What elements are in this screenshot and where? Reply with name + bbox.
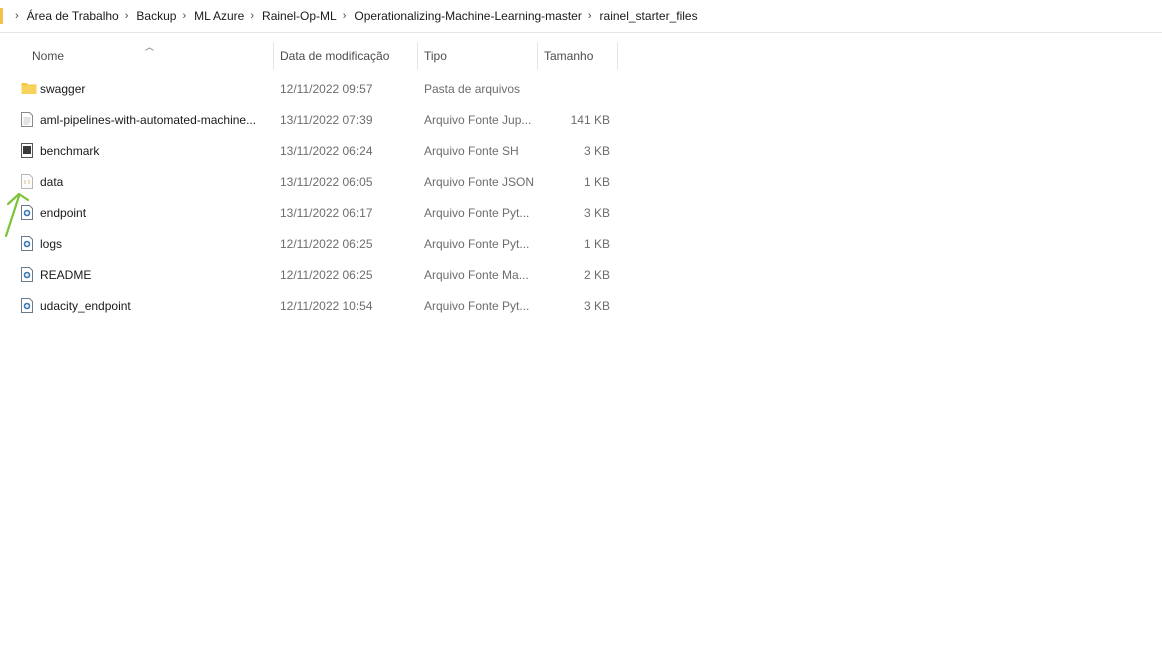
- breadcrumb-item[interactable]: Operationalizing-Machine-Learning-master: [354, 9, 581, 23]
- file-name: benchmark: [40, 143, 100, 158]
- column-header-size[interactable]: Tamanho: [544, 42, 593, 70]
- chevron-right-icon[interactable]: ›: [125, 10, 129, 22]
- column-divider[interactable]: [537, 42, 538, 70]
- file-row[interactable]: README 12/11/2022 06:25 Arquivo Fonte Ma..…: [0, 259, 620, 290]
- file-name: logs: [40, 236, 63, 251]
- column-divider[interactable]: [273, 42, 274, 70]
- file-size: 3 KB: [583, 205, 610, 220]
- file-type: Pasta de arquivos: [424, 81, 521, 96]
- breadcrumb-item[interactable]: Área de Trabalho: [27, 9, 119, 23]
- file-name: data: [40, 174, 64, 189]
- column-label-size: Tamanho: [544, 49, 594, 63]
- column-header-date[interactable]: Data de modificação: [280, 42, 389, 70]
- file-date: 13/11/2022 06:17: [280, 205, 373, 220]
- file-row[interactable]: endpoint 13/11/2022 06:17 Arquivo Fonte Py…: [0, 197, 620, 228]
- file-row[interactable]: udacity_endpoint 12/11/2022 10:54 Arquivo …: [0, 290, 620, 321]
- file-row[interactable]: benchmark 13/11/2022 06:24 Arquivo Fonte S…: [0, 135, 620, 166]
- file-date: 12/11/2022 06:25: [280, 267, 373, 282]
- file-name: aml-pipelines-with-automated-machine...: [40, 112, 257, 127]
- column-header-type[interactable]: Tipo: [424, 42, 447, 70]
- column-divider[interactable]: [617, 42, 618, 70]
- column-label-type: Tipo: [424, 49, 447, 63]
- file-size: 3 KB: [583, 143, 610, 158]
- file-row[interactable]: aml-pipelines-with-automated-machine... 1…: [0, 104, 620, 135]
- breadcrumb-item[interactable]: rainel_starter_files: [600, 9, 698, 23]
- chevron-right-icon[interactable]: ›: [250, 10, 254, 22]
- file-row[interactable]: logs 12/11/2022 06:25 Arquivo Fonte Pyt...…: [0, 228, 620, 259]
- file-list: swagger 12/11/2022 09:57 Pasta de arquivos…: [0, 73, 620, 321]
- file-size: [530, 73, 610, 104]
- chevron-right-icon[interactable]: ›: [343, 10, 347, 22]
- file-name: README: [40, 267, 92, 282]
- breadcrumb: › Área de Trabalho › Backup › ML Azure › Rainel…: [0, 0, 1162, 33]
- chevron-right-icon[interactable]: ›: [588, 10, 592, 22]
- file-type: Arquivo Fonte Pyt...: [424, 205, 530, 220]
- file-date: 13/11/2022 07:39: [280, 112, 373, 127]
- file-date: 12/11/2022 10:54: [280, 298, 373, 313]
- file-size: 141 KB: [570, 112, 610, 127]
- file-size: 2 KB: [583, 267, 610, 282]
- breadcrumb-item[interactable]: Backup: [136, 9, 176, 23]
- file-type: Arquivo Fonte Pyt...: [424, 298, 530, 313]
- file-size: 1 KB: [583, 236, 610, 251]
- column-divider[interactable]: [417, 42, 418, 70]
- green-arrow-icon: [4, 192, 30, 238]
- file-size: 1 KB: [583, 174, 610, 189]
- file-date: 12/11/2022 09:57: [280, 81, 373, 96]
- chevron-right-icon[interactable]: ›: [182, 10, 186, 22]
- file-date: 13/11/2022 06:24: [280, 143, 373, 158]
- breadcrumb-item[interactable]: Rainel-Op-ML: [262, 9, 337, 23]
- column-headers: Nome ︿ Data de modificação Tipo Tamanho: [0, 42, 620, 70]
- file-type: Arquivo Fonte Pyt...: [424, 236, 530, 251]
- file-type: Arquivo Fonte Jup...: [424, 112, 532, 127]
- file-type: Arquivo Fonte JSON: [424, 174, 535, 189]
- file-name: udacity_endpoint: [40, 298, 131, 313]
- python-file-icon: [21, 298, 35, 313]
- markdown-file-icon: [21, 267, 35, 282]
- file-size: 3 KB: [583, 298, 610, 313]
- file-type: Arquivo Fonte SH: [424, 143, 519, 158]
- column-label-date: Data de modificação: [280, 49, 390, 63]
- file-name: endpoint: [40, 205, 87, 220]
- file-type: Arquivo Fonte Ma...: [424, 267, 529, 282]
- breadcrumb-items: › Área de Trabalho › Backup › ML Azure › Rainel…: [9, 9, 698, 23]
- file-row[interactable]: data 13/11/2022 06:05 Arquivo Fonte JSON 1 …: [0, 166, 620, 197]
- breadcrumb-item[interactable]: ML Azure: [194, 9, 244, 23]
- chevron-up-icon: ︿: [145, 42, 155, 52]
- file-date: 12/11/2022 06:25: [280, 236, 373, 251]
- file-name: swagger: [40, 81, 86, 96]
- file-date: 13/11/2022 06:05: [280, 174, 373, 189]
- file-row[interactable]: swagger 12/11/2022 09:57 Pasta de arquivos: [0, 73, 620, 104]
